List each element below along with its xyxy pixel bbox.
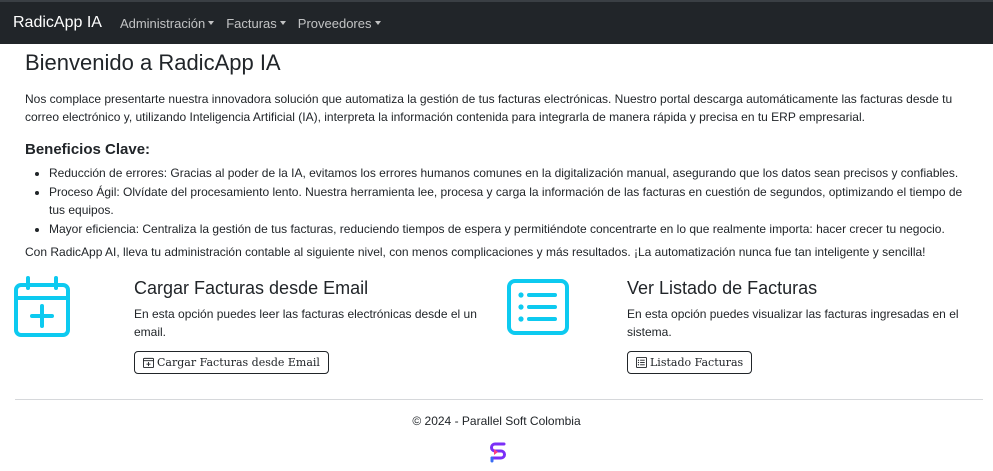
benefits-title: Beneficios Clave:: [25, 141, 151, 158]
nav-item-administracion[interactable]: Administración: [119, 15, 215, 31]
list-card-text: En esta opción puedes visualizar las fac…: [627, 307, 959, 339]
benefits-list: Reducción de errores: Gracias al poder d…: [25, 164, 980, 238]
footer-divider: [15, 399, 983, 400]
button-label: Listado Facturas: [650, 356, 744, 369]
list-card: Ver Listado de Facturas En esta opción p…: [507, 276, 983, 386]
nav-item-label: Proveedores: [297, 15, 372, 31]
list-card-title: Ver Listado de Facturas: [627, 278, 818, 298]
caret-down-icon: [279, 21, 286, 25]
invoice-list-button[interactable]: Listado Facturas: [627, 351, 753, 374]
list-item: Mayor eficiencia: Centraliza la gestión …: [49, 220, 980, 238]
parallel-soft-logo: [489, 441, 507, 466]
caret-down-icon: [374, 21, 381, 25]
nav-item-label: Facturas: [226, 15, 277, 31]
nav-item-label: Administración: [119, 15, 206, 31]
calendar-plus-icon: [14, 276, 70, 341]
intro-paragraph: Nos complace presentarte nuestra innovad…: [25, 92, 953, 124]
footer-copyright: © 2024 - Parallel Soft Colombia: [412, 414, 581, 428]
list-icon: [507, 279, 569, 338]
caret-down-icon: [208, 21, 215, 25]
top-navbar: RadicApp IA Administración Facturas Prov…: [0, 0, 993, 44]
page-title: Bienvenido a RadicApp IA: [25, 50, 281, 75]
brand-link[interactable]: RadicApp IA: [0, 13, 120, 33]
email-card-text: En esta opción puedes leer las facturas …: [134, 307, 477, 339]
calendar-plus-icon: [143, 357, 154, 368]
list-item: Reducción de errores: Gracias al poder d…: [49, 164, 980, 182]
main-content: Bienvenido a RadicApp IA Nos complace pr…: [25, 44, 980, 261]
email-card-title: Cargar Facturas desde Email: [134, 278, 369, 298]
email-card: Cargar Facturas desde Email En esta opci…: [14, 276, 494, 386]
button-label: Cargar Facturas desde Email: [157, 356, 320, 369]
nav-item-facturas[interactable]: Facturas: [226, 16, 286, 31]
load-invoices-email-button[interactable]: Cargar Facturas desde Email: [134, 351, 329, 374]
closing-paragraph: Con RadicApp AI, lleva tu administración…: [25, 245, 926, 259]
nav-item-proveedores[interactable]: Proveedores: [298, 16, 381, 31]
list-item: Proceso Ágil: Olvídate del procesamiento…: [49, 183, 980, 219]
list-icon: [636, 357, 647, 368]
